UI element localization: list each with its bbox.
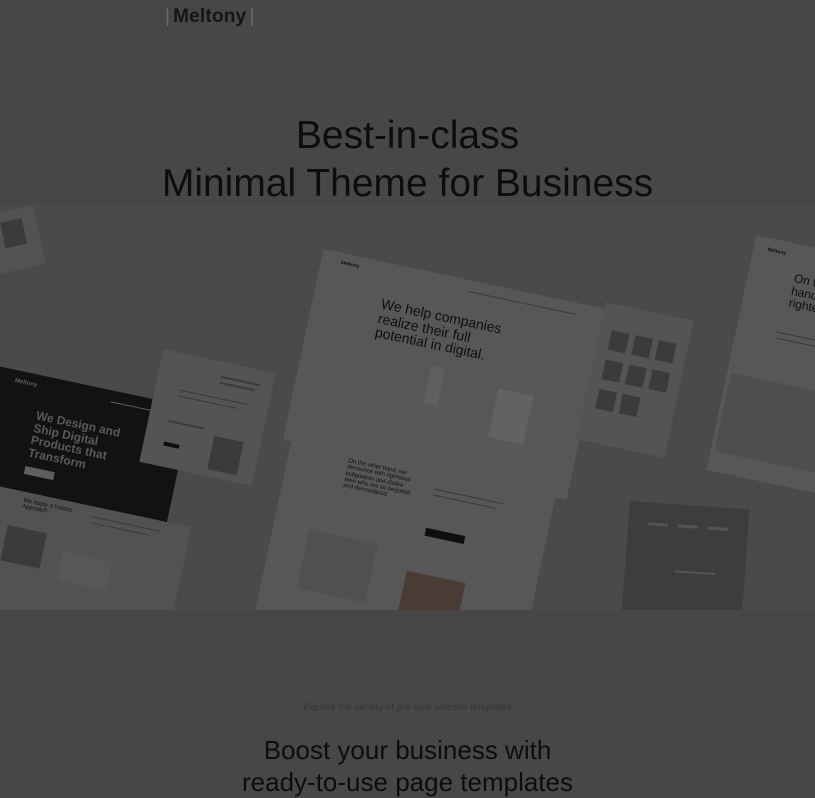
preview-gray-text-3 [707,526,729,531]
team-photo-4 [601,359,624,383]
preview-center-photo-1 [296,529,378,603]
brand-name: Meltony [173,6,247,27]
preview-center-para-2 [432,494,496,509]
template-showcase: Meltony We Design and Ship Digital Produ… [0,205,815,610]
team-photo-6 [648,369,671,393]
templates-heading: Boost your business with ready-to-use pa… [0,734,815,798]
team-photo-2 [631,335,653,359]
preview-left-text-2 [89,522,149,536]
preview-right-logo: Meltony [766,246,787,257]
team-photo-5 [624,364,647,388]
templates-heading-line-1: Boost your business with [263,735,552,765]
preview-right-headline: On the other hand, we righteous [787,271,815,320]
preview-dark-logo: Meltony [14,378,38,389]
preview-card-small [139,349,276,486]
preview-left-photo-2 [57,551,113,591]
preview-center-vase [423,366,446,407]
preview-center-headline: We help companies realize their full pot… [373,295,504,364]
preview-center-nav [467,290,576,315]
preview-gray-text-1 [648,522,669,527]
preview-center-cone [487,388,534,445]
preview-photo [0,218,28,249]
preview-small-button [163,441,180,449]
preview-small-photo [207,435,244,476]
preview-small-text-5 [168,419,204,430]
team-photo-8 [618,393,641,418]
logo-divider-left: | [165,6,171,27]
preview-gray-text-4 [674,570,715,576]
templates-eyebrow: Explore the variety of pre-built website… [302,702,513,712]
hero-title-line-1: Best-in-class [295,114,520,157]
team-photo-1 [607,330,630,354]
logo-divider-right: | [249,6,255,27]
team-photo-7 [595,388,618,413]
preview-center-logo: Meltony [340,259,361,270]
preview-card-right: Meltony On the other hand, we righteous [706,235,815,495]
preview-dark-button [23,466,55,481]
preview-center-button [424,527,466,544]
preview-center-subtext: On the other hand, we denounce with righ… [342,458,412,499]
preview-gray-text-2 [677,524,699,529]
preview-card-far-left [0,205,46,275]
templates-heading-line-2: ready-to-use page templates [242,767,573,797]
preview-card-gray [620,500,750,610]
hero-title-line-2: Minimal Theme for Business [161,162,654,205]
preview-right-photo [714,372,815,475]
preview-center-photo-2 [396,570,466,610]
team-photo-3 [654,340,677,364]
preview-small-text-4 [177,395,237,409]
hero-title: Best-in-class Minimal Theme for Business [0,112,815,208]
brand-logo[interactable]: | Meltony | [162,6,257,28]
preview-left-photo-1 [0,525,47,569]
